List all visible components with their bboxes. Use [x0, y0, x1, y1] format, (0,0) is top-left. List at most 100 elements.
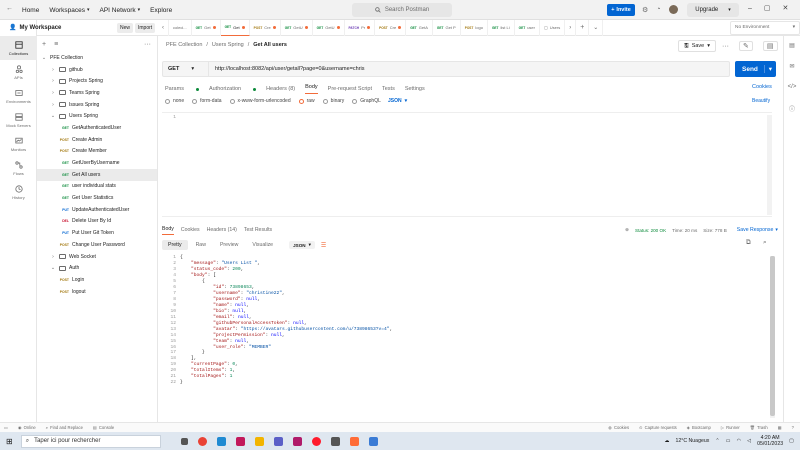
rail-flows[interactable]: Flows — [0, 156, 37, 180]
method-select[interactable]: GET ▾ — [163, 62, 209, 76]
response-tab-test-results[interactable]: Test Results — [244, 227, 272, 233]
request-body-editor[interactable]: 1 — [162, 112, 772, 217]
body-type-graphql[interactable]: GraphQL — [352, 98, 381, 104]
documentation-icon[interactable]: ▤ — [789, 42, 795, 49]
request-item[interactable]: GET GetUserByUsername — [37, 157, 157, 169]
request-item[interactable]: POST logout — [37, 286, 157, 298]
response-tab-body[interactable]: Body — [162, 226, 174, 235]
filter-icon[interactable]: ≡ — [54, 41, 58, 48]
collection-item[interactable]: ⌄ PFE Collection — [37, 52, 157, 64]
tab-item[interactable]: POST Cre — [250, 19, 281, 36]
view-tab-raw[interactable]: Raw — [190, 240, 212, 250]
global-search[interactable]: Search Postman — [352, 3, 452, 17]
tab-item[interactable]: ▢ Users — [540, 19, 566, 36]
tabs-scroll-left-icon[interactable]: ‹ — [158, 19, 169, 36]
tab-authorization[interactable]: Authorization — [209, 86, 241, 92]
beautify-link[interactable]: Beautify — [752, 98, 770, 104]
tab-params[interactable]: Params — [165, 86, 184, 92]
breadcrumb-collection[interactable]: PFE Collection — [166, 42, 202, 48]
folder-item[interactable]: › Issues Spring — [37, 99, 157, 111]
volume-icon[interactable]: ◁ — [747, 438, 751, 444]
tab-tests[interactable]: Tests — [382, 86, 395, 92]
url-input[interactable]: http://localhost:8082/api/user/getall?pa… — [215, 66, 365, 72]
app-icon[interactable] — [292, 436, 302, 446]
help-icon[interactable]: ? — [792, 425, 794, 430]
send-button[interactable]: Send ▾ — [735, 61, 776, 77]
request-item[interactable]: GET Get User Statistics — [37, 192, 157, 204]
editor-scrollbar[interactable] — [767, 115, 772, 215]
chevron-right-icon[interactable]: › — [50, 90, 56, 96]
folder-item[interactable]: › github — [37, 64, 157, 76]
back-arrow-icon[interactable]: ← — [6, 5, 13, 12]
code-icon[interactable]: </> — [788, 84, 797, 90]
clock[interactable]: 4:20 AM 05/01/2023 — [757, 435, 783, 447]
tab-item[interactable]: GET GetA — [406, 19, 433, 36]
grid-icon[interactable]: ▦ — [778, 425, 782, 430]
avatar[interactable] — [668, 5, 678, 14]
scrollbar-thumb[interactable] — [770, 256, 775, 416]
rail-history[interactable]: History — [0, 180, 37, 204]
tab-item[interactable]: GET list Li — [488, 19, 515, 36]
postman-icon[interactable] — [349, 436, 359, 446]
tab-item[interactable]: GET Get P — [433, 19, 461, 36]
tab-headers[interactable]: Headers (8) — [266, 86, 295, 92]
chevron-down-icon[interactable]: ⌄ — [41, 55, 47, 61]
chevron-right-icon[interactable]: › — [50, 102, 56, 108]
import-button[interactable]: Import — [135, 23, 156, 33]
app-icon[interactable] — [368, 436, 378, 446]
home-link[interactable]: Home — [22, 7, 39, 14]
request-item[interactable]: POST Create Member — [37, 146, 157, 158]
request-item[interactable]: DEL Delete User By Id — [37, 216, 157, 228]
cookies-status[interactable]: ◍ Cookies — [608, 425, 629, 430]
upgrade-button[interactable]: Upgrade ▾ — [687, 3, 739, 17]
request-item[interactable]: PUT Put User Git Token — [37, 227, 157, 239]
bootcamp[interactable]: ◈ Bootcamp — [687, 425, 711, 430]
more-icon[interactable]: ··· — [722, 43, 729, 50]
response-tab-cookies[interactable]: Cookies — [181, 227, 200, 233]
tabs-menu-icon[interactable]: ⌄ — [589, 19, 604, 36]
edit-icon[interactable]: ✎ — [739, 41, 753, 51]
app-icon[interactable] — [330, 436, 340, 446]
chevron-down-icon[interactable]: ⌄ — [50, 113, 56, 119]
body-type-raw[interactable]: raw — [298, 98, 315, 104]
tab-item[interactable]: GET GetU — [281, 19, 313, 36]
body-type-none[interactable]: none — [165, 98, 184, 104]
rail-environments[interactable]: Environments — [0, 84, 37, 108]
api-network-menu[interactable]: API Network — [100, 7, 136, 14]
copy-icon[interactable]: ⧉ — [746, 239, 751, 247]
wifi-icon[interactable]: ◠ — [737, 438, 742, 444]
request-item[interactable]: POST Create Admin — [37, 134, 157, 146]
folder-item[interactable]: › Web Socket — [37, 251, 157, 263]
workspaces-menu[interactable]: Workspaces — [49, 7, 85, 14]
explore-link[interactable]: Explore — [150, 7, 172, 14]
teams-icon[interactable] — [273, 436, 283, 446]
add-icon[interactable]: + — [42, 41, 46, 48]
request-item[interactable]: POST Change User Password — [37, 239, 157, 251]
folder-item[interactable]: › Projects Spring — [37, 75, 157, 87]
request-item[interactable]: PUT UpdateAuthenticatedUser — [37, 204, 157, 216]
more-icon[interactable]: ··· — [144, 41, 151, 48]
response-format-select[interactable]: JSON ▾ — [289, 241, 315, 249]
vscode-icon[interactable] — [216, 436, 226, 446]
tab-pre-request-script[interactable]: Pre-request Script — [328, 86, 372, 92]
windows-start-icon[interactable]: ⊞ — [6, 437, 13, 446]
cookies-link[interactable]: Cookies — [752, 84, 772, 90]
tab-item[interactable]: PATCH Pr — [345, 19, 376, 36]
rail-mock-servers[interactable]: Mock Servers — [0, 108, 37, 132]
chevron-right-icon[interactable]: › — [50, 67, 56, 73]
body-type-x-www-form-urlencoded[interactable]: x-www-form-urlencoded — [229, 98, 291, 104]
network-icon[interactable]: ▭ — [726, 438, 731, 444]
taskbar-search[interactable]: ⌕ Taper ici pour rechercher — [20, 434, 161, 448]
rail-monitors[interactable]: Monitors — [0, 132, 37, 156]
close-icon[interactable]: ✕ — [783, 4, 789, 12]
response-tab-headers[interactable]: Headers (14) — [207, 227, 237, 233]
response-scrollbar[interactable] — [770, 256, 775, 418]
invite-button[interactable]: + Invite — [607, 4, 635, 16]
files-icon[interactable] — [254, 436, 264, 446]
view-tab-pretty[interactable]: Pretty — [162, 240, 188, 250]
request-item[interactable]: GET GetAuthenticatedUser — [37, 122, 157, 134]
environment-select[interactable]: No Environment ▾ — [730, 20, 800, 35]
bell-icon[interactable]: ◔ — [656, 6, 660, 13]
tab-settings[interactable]: Settings — [405, 86, 425, 92]
weather-label[interactable]: 12°C Nuageux — [676, 438, 710, 444]
